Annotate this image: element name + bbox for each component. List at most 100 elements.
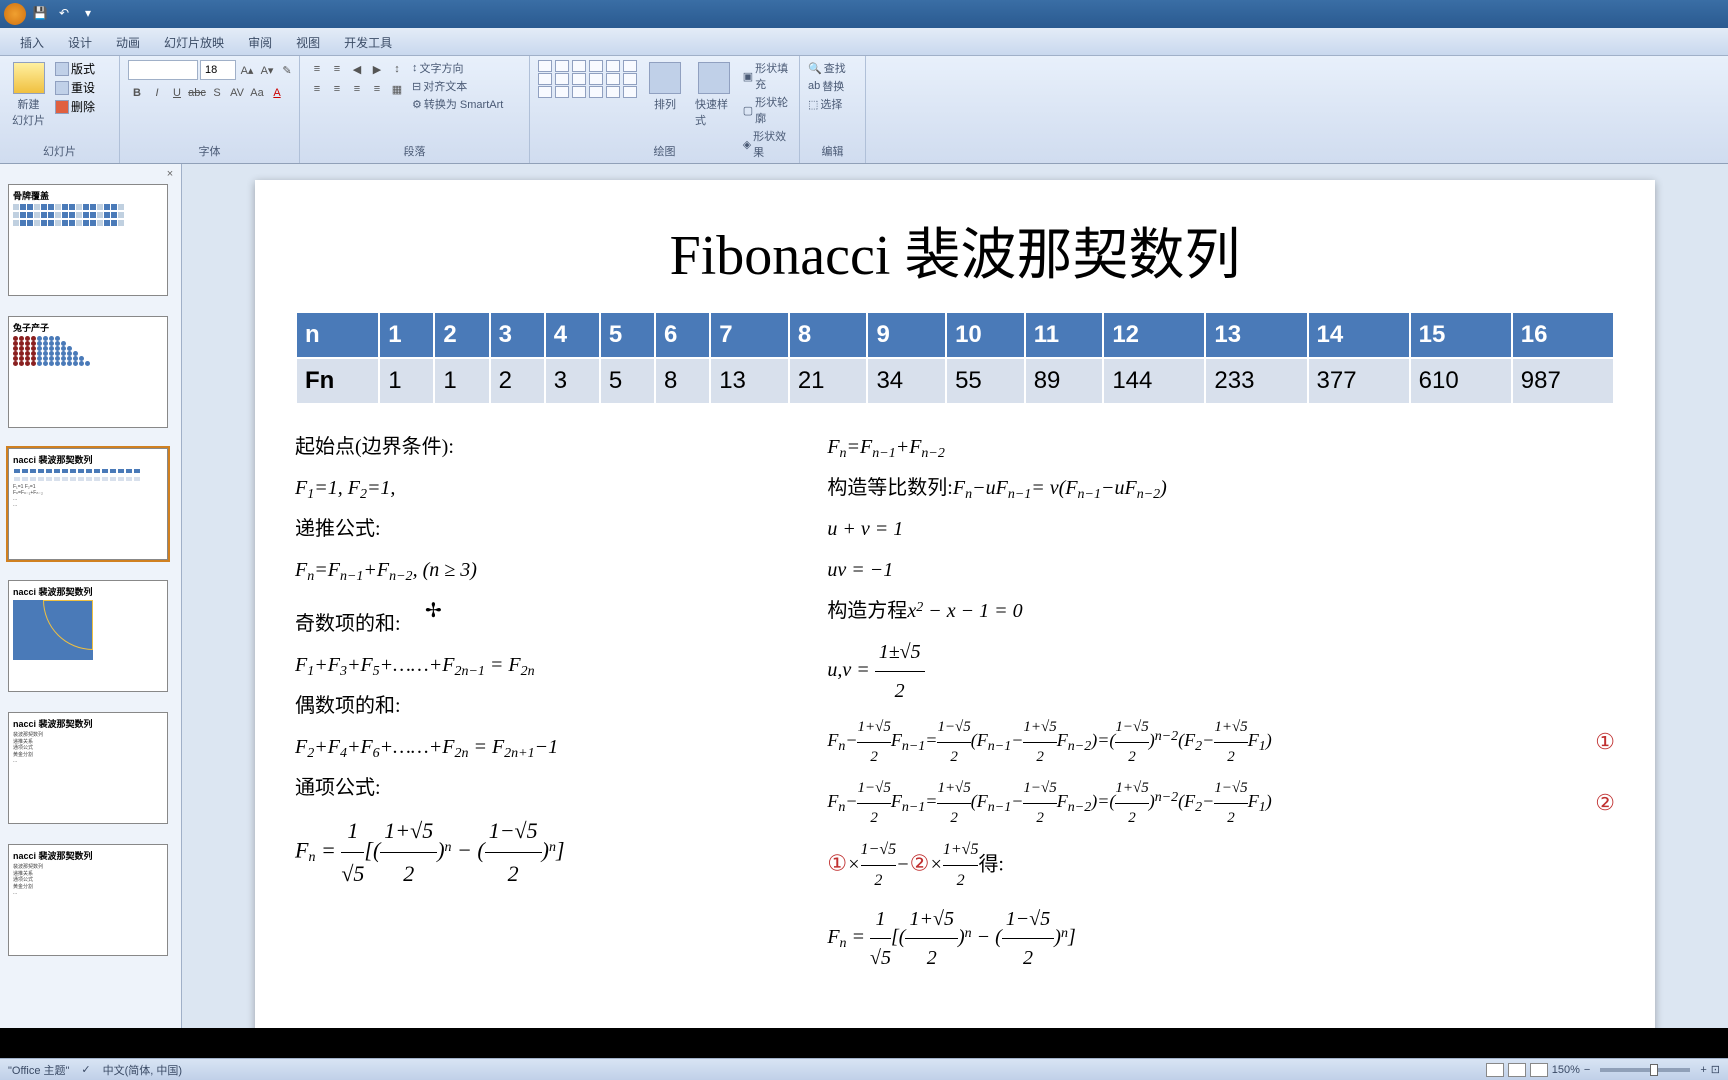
thumbnail-slide[interactable]: nacci 裴波那契数列 [8, 580, 173, 692]
line-spacing-icon[interactable]: ↕ [388, 60, 406, 78]
increase-indent-icon[interactable]: ▶ [368, 60, 386, 78]
thumbnail-slide[interactable]: nacci 裴波那契数列裴波那契数列递推关系通项公式黄金分割... [8, 844, 173, 956]
office-button[interactable] [4, 3, 26, 25]
group-label-editing: 编辑 [800, 141, 865, 161]
r10: Fn = 1√5[(1+√52)n − (1−√52)n] [827, 900, 1615, 977]
status-theme: "Office 主题" [8, 1062, 69, 1078]
status-language[interactable]: 中文(简体, 中国) [103, 1062, 182, 1078]
font-family-input[interactable] [128, 60, 198, 80]
font-color-icon[interactable]: A [268, 84, 286, 102]
fit-window-icon[interactable]: ⊡ [1711, 1063, 1720, 1076]
tab-animations[interactable]: 动画 [104, 30, 152, 55]
tab-slideshow[interactable]: 幻灯片放映 [152, 30, 236, 55]
table-cell-fn: 89 [1025, 358, 1104, 404]
zoom-slider[interactable] [1600, 1068, 1690, 1072]
bold-icon[interactable]: B [128, 84, 146, 102]
notes-pane-collapsed [0, 1028, 1728, 1058]
align-left-icon[interactable]: ≡ [308, 80, 326, 98]
slide-canvas[interactable]: Fibonacci 裴波那契数列 n1234567891011121314151… [255, 180, 1655, 1028]
table-col-n: 10 [946, 312, 1025, 358]
table-col-n: 2 [434, 312, 489, 358]
general-label: 通项公式: [295, 769, 787, 807]
shape-fill-button[interactable]: ▣形状填充 [743, 60, 791, 92]
normal-view-icon[interactable] [1486, 1063, 1504, 1077]
align-text-button[interactable]: ⊟对齐文本 [412, 78, 503, 94]
table-cell-fn: 987 [1512, 358, 1614, 404]
r6: u,v = 1±√52 [827, 633, 1615, 710]
tab-review[interactable]: 审阅 [236, 30, 284, 55]
layout-button[interactable]: 版式 [55, 60, 95, 77]
tab-insert[interactable]: 插入 [8, 30, 56, 55]
reset-button[interactable]: 重设 [55, 79, 95, 96]
strike-icon[interactable]: abc [188, 84, 206, 102]
table-col-n: 9 [867, 312, 946, 358]
table-header-fn: Fn [296, 358, 379, 404]
columns-icon[interactable]: ▦ [388, 80, 406, 98]
slideshow-view-icon[interactable] [1530, 1063, 1548, 1077]
delete-button[interactable]: 删除 [55, 98, 95, 115]
table-cell-fn: 55 [946, 358, 1025, 404]
thumbnail-slide[interactable]: nacci 裴波那契数列裴波那契数列递推关系通项公式黄金分割... [8, 712, 173, 824]
shape-outline-button[interactable]: ▢形状轮廓 [743, 94, 791, 126]
shrink-font-icon[interactable]: A▾ [258, 61, 276, 79]
change-case-icon[interactable]: Aa [248, 84, 266, 102]
spellcheck-icon[interactable]: ✓ [81, 1063, 90, 1076]
group-label-font: 字体 [120, 141, 299, 161]
numbering-icon[interactable]: ≡ [328, 60, 346, 78]
justify-icon[interactable]: ≡ [368, 80, 386, 98]
font-size-input[interactable] [200, 60, 236, 80]
slide-thumbnails-panel[interactable]: × 骨牌覆盖兔子产子 nacci 裴波那契数列F₁=1 F₂=1Fₙ=Fₙ₋₁+F… [0, 164, 182, 1028]
odd-eq: F1+F3+F5+……+F2n−1 = F2n [295, 646, 787, 684]
math-right-column[interactable]: Fn=Fn−1+Fn−2 构造等比数列:Fn−uFn−1= v(Fn−1−uFn… [827, 425, 1615, 980]
shape-outline-icon: ▢ [743, 104, 753, 117]
select-button[interactable]: ⬚选择 [808, 96, 846, 112]
zoom-in-icon[interactable]: + [1700, 1064, 1706, 1076]
find-button[interactable]: 🔍查找 [808, 60, 846, 76]
char-spacing-icon[interactable]: AV [228, 84, 246, 102]
slide-editor[interactable]: Fibonacci 裴波那契数列 n1234567891011121314151… [182, 164, 1728, 1028]
tab-design[interactable]: 设计 [56, 30, 104, 55]
quick-styles-button[interactable]: 快速样式 [691, 60, 737, 130]
text-direction-button[interactable]: ↕文字方向 [412, 60, 503, 76]
thumbnail-slide[interactable]: nacci 裴波那契数列F₁=1 F₂=1Fₙ=Fₙ₋₁+Fₙ₋₂...... [8, 448, 173, 560]
table-cell-fn: 1 [379, 358, 434, 404]
align-center-icon[interactable]: ≡ [328, 80, 346, 98]
table-cell-fn: 8 [655, 358, 710, 404]
tab-view[interactable]: 视图 [284, 30, 332, 55]
clear-format-icon[interactable]: ✎ [278, 61, 296, 79]
tab-developer[interactable]: 开发工具 [332, 30, 404, 55]
align-right-icon[interactable]: ≡ [348, 80, 366, 98]
table-col-n: 16 [1512, 312, 1614, 358]
shadow-icon[interactable]: S [208, 84, 226, 102]
find-icon: 🔍 [808, 62, 822, 75]
panel-close-icon[interactable]: × [163, 168, 177, 182]
decrease-indent-icon[interactable]: ◀ [348, 60, 366, 78]
replace-button[interactable]: ab替换 [808, 78, 846, 94]
new-slide-button[interactable]: 新建 幻灯片 [8, 60, 49, 130]
fibonacci-table[interactable]: n12345678910111213141516 Fn1123581321345… [295, 311, 1615, 405]
qat-dropdown-icon[interactable]: ▾ [78, 3, 98, 23]
thumbnail-slide[interactable]: 骨牌覆盖 [8, 184, 173, 296]
undo-icon[interactable]: ↶ [54, 3, 74, 23]
grow-font-icon[interactable]: A▴ [238, 61, 256, 79]
italic-icon[interactable]: I [148, 84, 166, 102]
sorter-view-icon[interactable] [1508, 1063, 1526, 1077]
status-bar: "Office 主题" ✓ 中文(简体, 中国) 150% − + ⊡ [0, 1058, 1728, 1080]
title-bar: 💾 ↶ ▾ [0, 0, 1728, 28]
smartart-button[interactable]: ⚙转换为 SmartArt [412, 96, 503, 112]
shapes-gallery[interactable] [538, 60, 639, 98]
table-cell-fn: 5 [600, 358, 655, 404]
arrange-button[interactable]: 排列 [645, 60, 685, 114]
ribbon-group-font: A▴ A▾ ✎ B I U abc S AV Aa A 字体 [120, 56, 300, 163]
layout-label: 版式 [71, 60, 95, 77]
arrange-label: 排列 [654, 96, 676, 112]
slide-title[interactable]: Fibonacci 裴波那契数列 [295, 210, 1615, 291]
quick-access-toolbar: 💾 ↶ ▾ [4, 3, 98, 25]
shape-fill-label: 形状填充 [755, 60, 791, 92]
save-icon[interactable]: 💾 [30, 3, 50, 23]
math-left-column[interactable]: 起始点(边界条件): F1=1, F2=1, 递推公式: Fn=Fn−1+Fn−… [295, 425, 787, 980]
zoom-out-icon[interactable]: − [1584, 1064, 1590, 1076]
underline-icon[interactable]: U [168, 84, 186, 102]
thumbnail-slide[interactable]: 兔子产子 [8, 316, 173, 428]
bullets-icon[interactable]: ≡ [308, 60, 326, 78]
